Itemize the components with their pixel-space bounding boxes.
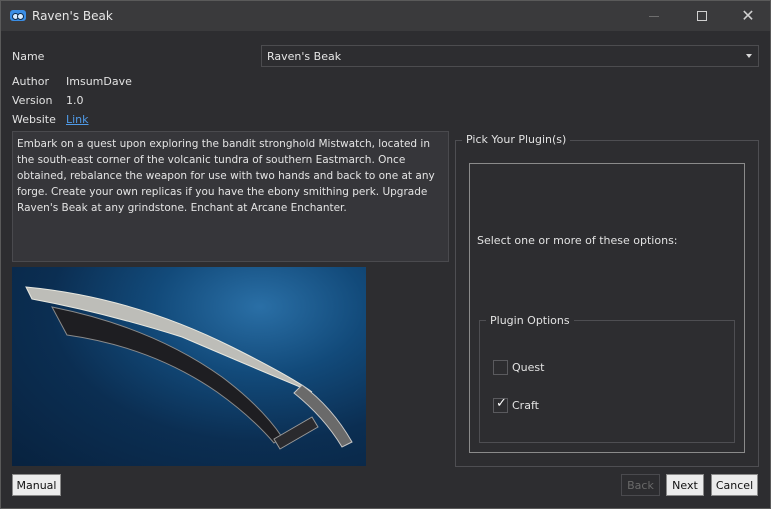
- author-value: ImsumDave: [66, 75, 132, 88]
- website-label: Website: [12, 113, 56, 126]
- name-label: Name: [12, 50, 45, 63]
- maximize-button[interactable]: [679, 1, 725, 31]
- craft-option-label[interactable]: Craft: [512, 399, 539, 412]
- chevron-down-icon: [746, 54, 752, 58]
- quest-option-label[interactable]: Quest: [512, 361, 544, 374]
- plugin-instruction: Select one or more of these options:: [477, 234, 678, 247]
- checkmark-icon: ✓: [496, 396, 507, 411]
- plugin-options-title: Plugin Options: [486, 314, 574, 327]
- manual-button[interactable]: Manual: [12, 474, 61, 496]
- close-button[interactable]: ✕: [725, 1, 771, 31]
- minimize-button[interactable]: [631, 1, 677, 31]
- sword-image-icon: [25, 286, 353, 450]
- close-icon: ✕: [741, 6, 755, 25]
- name-dropdown[interactable]: Raven's Beak: [261, 45, 759, 67]
- back-button[interactable]: Back: [621, 474, 660, 496]
- website-link[interactable]: Link: [66, 113, 89, 126]
- plugin-options-group: [479, 320, 735, 443]
- description-text[interactable]: Embark on a quest upon exploring the ban…: [12, 131, 449, 262]
- minimize-icon: [649, 16, 659, 17]
- version-value: 1.0: [66, 94, 84, 107]
- maximize-icon: [697, 11, 707, 21]
- name-dropdown-value: Raven's Beak: [267, 50, 342, 63]
- mod-preview-image: [12, 267, 366, 466]
- author-label: Author: [12, 75, 50, 88]
- version-label: Version: [12, 94, 53, 107]
- pick-plugins-title: Pick Your Plugin(s): [462, 133, 571, 146]
- quest-checkbox[interactable]: [493, 360, 508, 375]
- craft-checkbox[interactable]: ✓: [493, 396, 508, 413]
- cancel-button[interactable]: Cancel: [711, 474, 758, 496]
- app-logo-icon: [10, 10, 26, 21]
- next-button[interactable]: Next: [666, 474, 704, 496]
- window-title: Raven's Beak: [32, 9, 113, 23]
- title-bar[interactable]: Raven's Beak ✕: [1, 1, 770, 31]
